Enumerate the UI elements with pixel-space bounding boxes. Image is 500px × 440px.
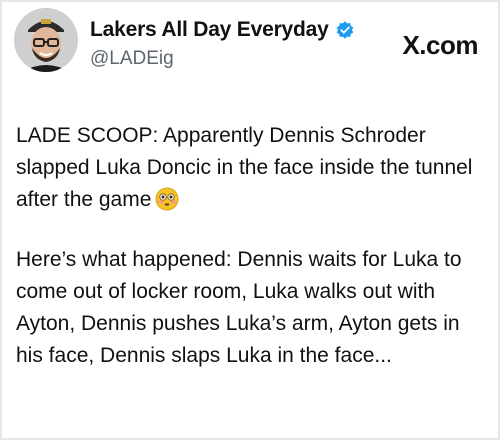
tweet-paragraph-2: Here’s what happened: Dennis waits for L… — [16, 248, 462, 367]
display-name[interactable]: Lakers All Day Everyday — [90, 18, 329, 42]
user-handle[interactable]: @LADEig — [90, 48, 355, 70]
tweet-paragraph-1-text: LADE SCOOP: Apparently Dennis Schroder s… — [16, 124, 473, 211]
author-names: Lakers All Day Everyday @LADEig — [90, 18, 355, 70]
flushed-face-emoji-icon — [155, 187, 179, 211]
tweet-card: Lakers All Day Everyday @LADEig X.com LA… — [0, 0, 500, 440]
tweet-body: LADE SCOOP: Apparently Dennis Schroder s… — [16, 120, 490, 372]
display-name-row: Lakers All Day Everyday — [90, 18, 355, 42]
tweet-header: Lakers All Day Everyday @LADEig X.com — [14, 8, 490, 78]
person-avatar-icon[interactable] — [14, 8, 78, 72]
tweet-paragraph-1: LADE SCOOP: Apparently Dennis Schroder s… — [16, 120, 490, 216]
verified-badge-icon — [335, 20, 355, 40]
brand-logo-text: X.com — [402, 30, 478, 60]
